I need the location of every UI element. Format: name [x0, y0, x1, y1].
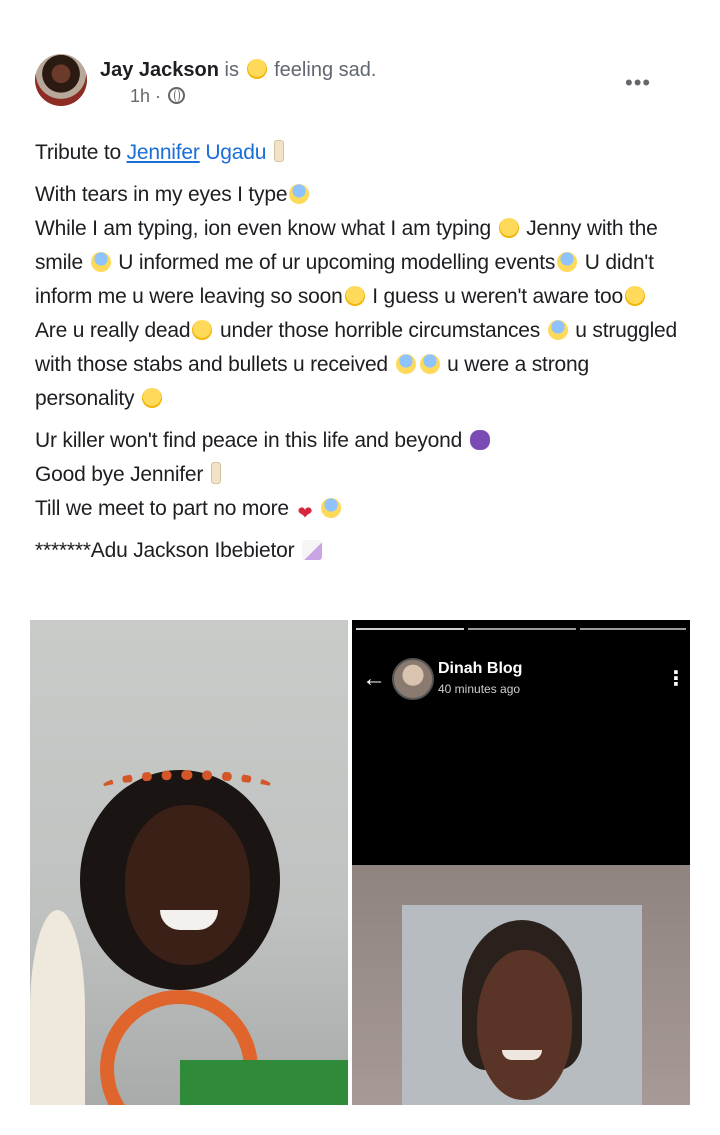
sweat-emoji-icon [90, 252, 111, 272]
body-line-1: With tears in my eyes I type [35, 183, 288, 206]
tagged-surname-link[interactable]: Ugadu [205, 141, 266, 164]
post-card: Jay Jackson is feeling sad. 1h · ••• Tri… [30, 40, 690, 1135]
body-paragraph: With tears in my eyes I type While I am … [35, 178, 685, 416]
tribute-prefix: Tribute to [35, 141, 127, 164]
story-photo-smile [502, 1050, 542, 1060]
scream-emoji-icon [547, 320, 568, 340]
photo-dress [180, 1060, 348, 1105]
story-photo [352, 865, 690, 1105]
story-progress-bar [468, 628, 576, 630]
post-header: Jay Jackson is feeling sad. 1h · ••• [30, 48, 690, 128]
anxious-emoji-icon [557, 252, 578, 272]
kebab-menu-icon[interactable]: ⋮ [666, 666, 686, 691]
photo-face [125, 805, 250, 965]
photo-feather [30, 910, 85, 1105]
body-text-3b: under those horrible circumstances [214, 319, 546, 342]
shocked-emoji-icon [192, 320, 213, 340]
tagged-name-link[interactable]: Jennifer [127, 141, 200, 164]
body-text-3a: Are u really dead [35, 319, 191, 342]
body-text-2e: I guess u weren't aware too [366, 285, 623, 308]
signature-text: *******Adu Jackson Ibebietor [35, 539, 301, 562]
globe-icon[interactable] [168, 87, 186, 104]
sad-face-emoji-icon [142, 388, 162, 408]
disappointed-emoji-icon [624, 286, 645, 306]
memo-icon [302, 540, 323, 560]
tribute-line: Tribute to Jennifer Ugadu [35, 136, 685, 170]
body-text-2a: While I am typing, ion even know what I … [35, 217, 497, 240]
signature-line: *******Adu Jackson Ibebietor [35, 534, 685, 568]
body-text-2c: U informed me of ur upcoming modelling e… [112, 251, 556, 274]
story-timestamp: 40 minutes ago [438, 682, 521, 696]
author-name[interactable]: Jay Jackson [100, 59, 219, 81]
closing-line-3: Till we meet to part no more [35, 497, 295, 520]
crying-loudly-emoji-icon [320, 498, 341, 518]
photo-story-screenshot[interactable]: ← Dinah Blog 40 minutes ago ⋮ [352, 620, 690, 1105]
candle-emoji-icon [210, 462, 221, 484]
story-photo-face [477, 950, 572, 1100]
story-progress-bar [356, 628, 464, 630]
photo-coral-crown [100, 770, 275, 808]
post-meta: 1h · [130, 86, 186, 107]
confounded-emoji-icon [344, 286, 365, 306]
crying-emoji-icon [419, 354, 440, 374]
photo-jennifer-traditional[interactable] [30, 620, 348, 1105]
post-time[interactable]: 1h · [130, 86, 161, 106]
post-text: Tribute to Jennifer Ugadu With tears in … [35, 136, 685, 576]
story-avatar[interactable] [392, 658, 434, 700]
crying-emoji-icon [289, 184, 310, 204]
closing-line-1: Ur killer won't find peace in this life … [35, 429, 468, 452]
photo-grid: ← Dinah Blog 40 minutes ago ⋮ [30, 620, 690, 1135]
devil-emoji-icon [469, 430, 490, 450]
more-options-button[interactable]: ••• [625, 70, 651, 96]
closing-line-2: Good bye Jennifer [35, 463, 209, 486]
feeling-text: feeling sad. [274, 59, 377, 81]
broken-heart-icon [297, 496, 317, 530]
author-avatar[interactable] [35, 54, 87, 106]
story-account-name[interactable]: Dinah Blog [438, 660, 522, 678]
back-arrow-icon[interactable]: ← [362, 665, 386, 693]
story-progress-bar [580, 628, 686, 630]
crying-emoji-icon [395, 354, 416, 374]
candle-emoji-icon [273, 140, 284, 162]
weary-emoji-icon [498, 218, 519, 238]
closing-paragraph: Ur killer won't find peace in this life … [35, 424, 685, 530]
author-line: Jay Jackson is feeling sad. [100, 58, 376, 82]
is-text: is [224, 59, 239, 81]
sad-face-emoji-icon [246, 59, 267, 79]
